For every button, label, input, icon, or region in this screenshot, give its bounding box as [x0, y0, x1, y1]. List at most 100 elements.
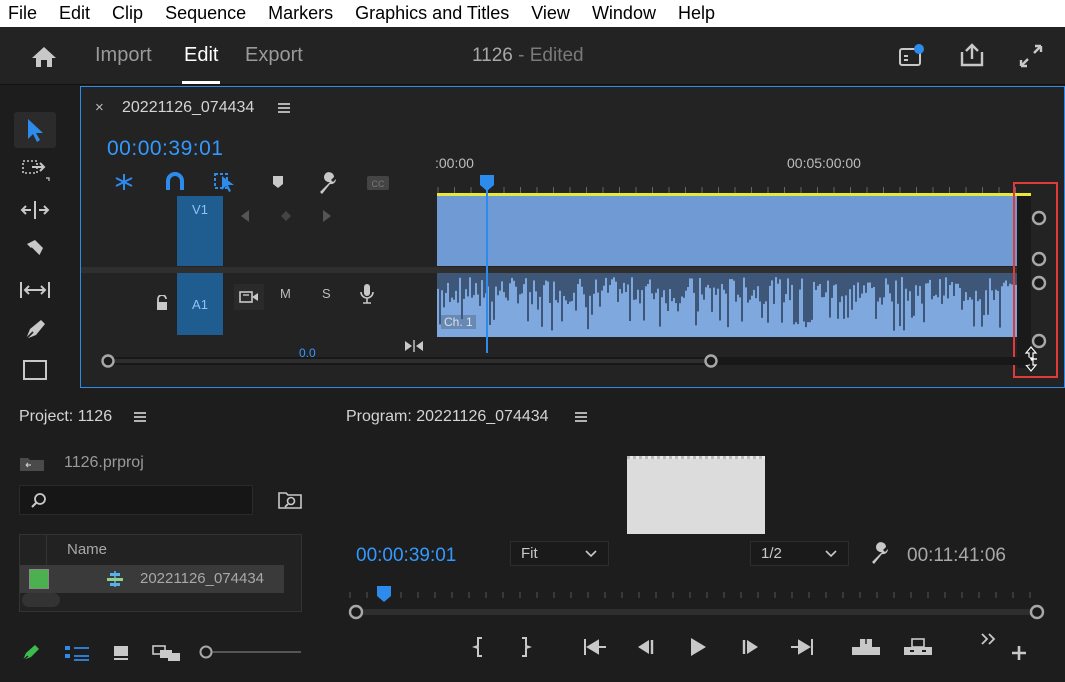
- add-marker-icon[interactable]: [270, 172, 286, 192]
- quick-export-icon[interactable]: [898, 43, 926, 69]
- program-settings-wrench-icon[interactable]: [868, 542, 892, 564]
- extract-button[interactable]: [902, 636, 934, 658]
- home-icon[interactable]: [30, 45, 58, 69]
- chevron-down-icon: [825, 550, 837, 558]
- tab-export[interactable]: Export: [245, 44, 303, 67]
- find-in-bin-icon[interactable]: [278, 490, 302, 510]
- track-output-icon[interactable]: [234, 284, 264, 310]
- linked-selection-icon[interactable]: [213, 172, 237, 192]
- playhead-line[interactable]: [486, 183, 488, 353]
- sequence-item-name: 20221126_074434: [140, 570, 265, 587]
- menu-edit[interactable]: Edit: [48, 0, 101, 27]
- lift-button[interactable]: [850, 636, 882, 658]
- go-to-out-button[interactable]: [789, 636, 815, 658]
- tab-edit[interactable]: Edit: [184, 44, 218, 67]
- step-forward-button[interactable]: [740, 636, 762, 658]
- track-select-tool[interactable]: [14, 152, 56, 188]
- track-target-a1[interactable]: A1: [177, 273, 223, 335]
- arrow-icon: [28, 119, 43, 142]
- program-panel-title[interactable]: Program: 20221126_074434: [346, 408, 549, 426]
- menu-file[interactable]: File: [0, 0, 48, 27]
- add-keyframe-icon[interactable]: [280, 210, 292, 222]
- lock-icon[interactable]: [155, 295, 169, 311]
- share-icon[interactable]: [958, 42, 986, 68]
- audio-clip[interactable]: [437, 273, 1031, 337]
- sequence-tab-label[interactable]: 20221126_074434: [122, 99, 254, 117]
- next-keyframe-icon[interactable]: [321, 209, 333, 223]
- program-time-ruler[interactable]: [348, 588, 1040, 600]
- project-item-list: Name 20221126_074434: [19, 534, 302, 612]
- icon-view-icon[interactable]: [112, 644, 132, 662]
- wrench-icon[interactable]: [316, 172, 340, 194]
- program-playhead-icon[interactable]: [375, 584, 393, 604]
- zoom-to-fit-icon[interactable]: [403, 339, 425, 353]
- time-ruler[interactable]: [437, 183, 1031, 193]
- list-view-icon[interactable]: [64, 644, 90, 662]
- project-file-name: 1126.prproj: [64, 454, 144, 471]
- program-video-preview[interactable]: [627, 456, 765, 534]
- mark-in-button[interactable]: [472, 636, 486, 658]
- snap-magnet-icon[interactable]: [164, 172, 186, 192]
- zoom-fit-dropdown[interactable]: Fit: [510, 541, 609, 566]
- timeline-timecode[interactable]: 00:00:39:01: [107, 137, 223, 161]
- program-timecode[interactable]: 00:00:39:01: [356, 545, 456, 567]
- highlight-box: [1013, 182, 1058, 378]
- menu-view[interactable]: View: [520, 0, 581, 27]
- prev-keyframe-icon[interactable]: [239, 209, 251, 223]
- menu-markers[interactable]: Markers: [257, 0, 344, 27]
- project-menu-icon[interactable]: [133, 411, 147, 423]
- program-zoom-scrollbar[interactable]: [348, 604, 1045, 620]
- close-sequence-button[interactable]: ×: [95, 99, 104, 116]
- timeline-horizontal-scrollbar[interactable]: [101, 354, 1031, 368]
- panel-menu-icon[interactable]: [277, 102, 291, 114]
- column-header-name[interactable]: Name: [67, 541, 107, 558]
- rectangle-tool[interactable]: [14, 352, 56, 388]
- selection-tool[interactable]: [14, 112, 56, 148]
- tab-import[interactable]: Import: [95, 44, 152, 67]
- label-color-swatch[interactable]: [29, 569, 49, 589]
- track-target-v1[interactable]: V1: [177, 196, 223, 266]
- nest-toggle-icon[interactable]: [113, 172, 135, 192]
- project-search-input[interactable]: [19, 485, 253, 515]
- solo-button[interactable]: S: [322, 286, 331, 301]
- menu-clip[interactable]: Clip: [101, 0, 154, 27]
- project-panel: Project: 1126 1126.prproj Name 20221126_…: [0, 396, 320, 682]
- list-item[interactable]: 20221126_074434: [20, 565, 284, 593]
- playback-resolution-dropdown[interactable]: 1/2: [750, 541, 849, 566]
- fullscreen-icon[interactable]: [1017, 42, 1045, 70]
- razor-tool[interactable]: [14, 232, 56, 268]
- menu-help[interactable]: Help: [667, 0, 726, 27]
- microphone-icon[interactable]: [359, 283, 375, 305]
- play-button[interactable]: [687, 636, 709, 658]
- write-protect-icon[interactable]: [20, 643, 42, 663]
- video-clip[interactable]: [437, 196, 1031, 266]
- step-back-button[interactable]: [634, 636, 656, 658]
- go-to-in-icon: [584, 639, 606, 655]
- search-icon: [31, 493, 46, 508]
- menu-sequence[interactable]: Sequence: [154, 0, 257, 27]
- ripple-edit-tool[interactable]: [14, 192, 56, 228]
- slip-tool[interactable]: [14, 272, 56, 308]
- add-button-icon[interactable]: [1010, 644, 1028, 662]
- audio-channel-label: Ch. 1: [441, 315, 476, 329]
- mark-out-button[interactable]: [518, 636, 532, 658]
- go-to-out-icon: [791, 639, 813, 655]
- pen-tool[interactable]: [14, 312, 56, 348]
- menu-window[interactable]: Window: [581, 0, 667, 27]
- mute-button[interactable]: M: [280, 286, 291, 301]
- captions-icon[interactable]: CC: [365, 172, 391, 192]
- playhead-marker-icon[interactable]: [478, 173, 496, 193]
- lift-icon: [852, 638, 880, 655]
- project-panel-title[interactable]: Project: 1126: [19, 408, 112, 426]
- extract-icon: [904, 638, 932, 655]
- go-to-in-button[interactable]: [582, 636, 608, 658]
- more-controls-icon[interactable]: [979, 632, 999, 646]
- list-scrollbar[interactable]: [22, 593, 60, 607]
- menu-graphics-and-titles[interactable]: Graphics and Titles: [344, 0, 520, 27]
- freeform-view-icon[interactable]: [152, 644, 182, 662]
- menu-bar: File Edit Clip Sequence Markers Graphics…: [0, 0, 1065, 27]
- program-menu-icon[interactable]: [574, 411, 588, 423]
- ruler-label-start: :00:00: [435, 155, 474, 171]
- tools-panel: [0, 86, 78, 390]
- thumbnail-zoom-slider[interactable]: [198, 645, 302, 659]
